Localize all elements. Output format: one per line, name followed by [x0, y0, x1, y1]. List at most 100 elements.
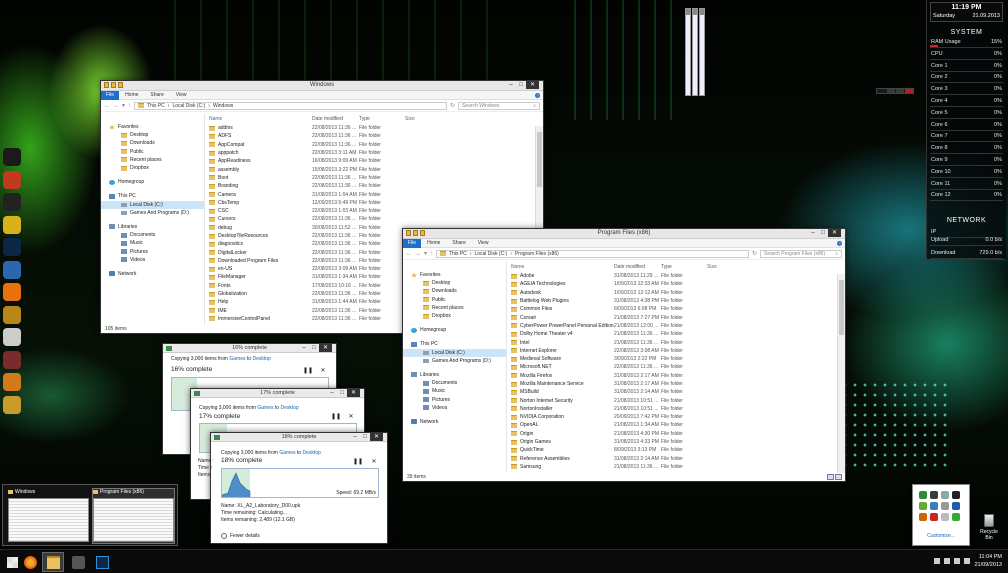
cancel-button[interactable]: ✕	[320, 368, 326, 374]
nav-item-documents[interactable]: Documents	[403, 379, 506, 387]
column-date-modified[interactable]: Date modified	[312, 116, 359, 122]
nav-item-dropbox[interactable]: Dropbox	[403, 312, 506, 320]
file-row[interactable]: AppReadiness 16/08/2013 9:09 AM File folde…	[209, 157, 531, 165]
nav-item-libraries[interactable]: Libraries	[101, 223, 204, 231]
title-bar[interactable]: Windows – □ ✕	[101, 81, 543, 91]
source-link[interactable]: Games	[279, 450, 295, 456]
nav-item-local-disk-c[interactable]: Local Disk (C:)	[403, 348, 506, 357]
nav-item-network[interactable]: Network	[403, 418, 506, 426]
tray-app-icon[interactable]	[952, 513, 960, 521]
nav-item-libraries[interactable]: Libraries	[403, 371, 506, 379]
tray-app-icon[interactable]	[919, 513, 927, 521]
nav-item-local-disk-c[interactable]: Local Disk (C:)	[101, 200, 204, 209]
tab-home[interactable]: Home	[119, 92, 144, 98]
tab-file[interactable]: File	[403, 238, 422, 248]
file-row[interactable]: Battlelog Web Plugins 31/08/2013 4:38 PM F…	[511, 297, 833, 305]
nav-item-music[interactable]: Music	[101, 239, 204, 247]
column-size[interactable]: Size	[405, 116, 435, 122]
vertical-scrollbar[interactable]	[837, 274, 845, 473]
file-row[interactable]: NVIDIA Corporation 20/09/2013 7:42 PM File…	[511, 413, 833, 421]
forward-button[interactable]: →	[415, 251, 421, 257]
dock-item-photoshop[interactable]	[0, 236, 24, 258]
file-row[interactable]: Camera 31/08/2013 1:04 AM File folder	[209, 190, 531, 198]
network-icon[interactable]	[944, 558, 950, 564]
breadcrumb-local-disk[interactable]: Local Disk (C:)	[474, 251, 507, 257]
refresh-button[interactable]: ↻	[752, 250, 757, 257]
scrollbar-thumb[interactable]	[839, 280, 844, 335]
file-row[interactable]: Samsung 21/08/2013 11:36 ... File folder	[511, 463, 833, 471]
file-row[interactable]: ADFS 22/08/2013 11:36 ... File folder	[209, 132, 531, 140]
file-row[interactable]: Origin Games 31/08/2013 4:33 PM File folde…	[511, 438, 833, 446]
search-box[interactable]: Search Windows ⌕	[458, 101, 540, 110]
address-bar[interactable]: This PC › Local Disk (C:) › Program Files …	[436, 249, 749, 258]
close-button[interactable]: ✕	[370, 433, 383, 441]
pause-button[interactable]: ❚❚	[331, 414, 341, 420]
file-row[interactable]: Common Files 6/09/2013 6:08 PM File folder	[511, 305, 833, 313]
file-row[interactable]: Internet Explorer 22/08/2013 3:08 AM File …	[511, 347, 833, 355]
file-row[interactable]: addins 22/08/2013 11:36 ... File folder	[209, 124, 531, 132]
tab-file[interactable]: File	[101, 90, 120, 100]
pause-button[interactable]: ❚❚	[353, 459, 363, 465]
nav-item-homegroup[interactable]: Homegroup	[101, 178, 204, 186]
nav-item-dropbox[interactable]: Dropbox	[101, 164, 204, 172]
file-row[interactable]: CyberPower PowerPanel Personal Edition 21…	[511, 322, 833, 330]
scrollbar-thumb[interactable]	[537, 132, 542, 187]
help-icon[interactable]: ?	[837, 240, 842, 246]
dialog-title-bar[interactable]: 18% complete – □ ✕	[211, 433, 387, 442]
nav-item-downloads[interactable]: Downloads	[101, 139, 204, 147]
nav-item-network[interactable]: Network	[101, 270, 204, 278]
file-row[interactable]: AGEIA Technologies 1/09/2013 12:33 AM File…	[511, 280, 833, 288]
column-name[interactable]: Name	[511, 264, 614, 270]
file-row[interactable]: apppatch 22/08/2013 3:11 AM File folder	[209, 149, 531, 157]
maximize-button[interactable]: □	[337, 389, 347, 397]
nav-item-documents[interactable]: Documents	[101, 231, 204, 239]
file-row[interactable]: Microsoft.NET 22/08/2013 11:36 ... File fo…	[511, 363, 833, 371]
address-bar[interactable]: This PC › Local Disk (C:) › Windows	[134, 101, 447, 110]
nav-item-pictures[interactable]: Pictures	[101, 247, 204, 255]
nav-item-this-pc[interactable]: This PC	[403, 340, 506, 348]
maximize-button[interactable]: □	[516, 81, 526, 89]
nav-item-games-and-programs-d[interactable]: Games And Programs (D:)	[403, 357, 506, 365]
dock-item-game-3[interactable]	[0, 371, 24, 393]
file-row[interactable]: NortonInstaller 21/08/2013 10:51 ... File …	[511, 405, 833, 413]
help-icon[interactable]: ?	[535, 92, 540, 98]
maximize-button[interactable]: □	[309, 344, 319, 352]
back-button[interactable]: ←	[104, 103, 110, 109]
nav-item-desktop[interactable]: Desktop	[403, 279, 506, 287]
cancel-button[interactable]: ✕	[371, 459, 377, 465]
nav-item-this-pc[interactable]: This PC	[101, 192, 204, 200]
nav-item-pictures[interactable]: Pictures	[403, 395, 506, 403]
dialog-title-bar[interactable]: 17% complete – □ ✕	[191, 389, 364, 398]
file-row[interactable]: assembly 15/08/2013 3:22 PM File folder	[209, 165, 531, 173]
file-row[interactable]: Reference Assemblies 31/08/2013 2:14 AM Fi…	[511, 455, 833, 463]
file-row[interactable]: AppCompat 22/08/2013 11:36 ... File folder	[209, 141, 531, 149]
breadcrumb-program-files[interactable]: Program Files (x86)	[515, 251, 559, 257]
tab-view[interactable]: View	[170, 92, 193, 98]
source-link[interactable]: Games	[229, 356, 245, 362]
up-button[interactable]: ↑	[430, 251, 433, 257]
destination-link[interactable]: Desktop	[252, 356, 270, 362]
column-date-modified[interactable]: Date modified	[614, 264, 661, 270]
file-row[interactable]: CSC 22/08/2013 1:03 AM File folder	[209, 207, 531, 215]
minimize-button[interactable]: –	[299, 344, 309, 352]
recent-locations-button[interactable]: ▾	[424, 250, 427, 257]
tab-share[interactable]: Share	[446, 240, 471, 246]
large-icons-view-button[interactable]	[835, 474, 842, 480]
chevron-up-icon[interactable]	[934, 558, 940, 564]
close-button[interactable]: ✕	[526, 81, 539, 89]
breadcrumb-local-disk[interactable]: Local Disk (C:)	[172, 103, 205, 109]
tray-app-icon[interactable]	[930, 491, 938, 499]
details-view-button[interactable]	[827, 474, 834, 480]
file-row[interactable]: Intel 21/08/2013 11:36 ... File folder	[511, 338, 833, 346]
mini-minimize-button[interactable]	[887, 89, 895, 93]
file-row[interactable]: Norton Internet Security 21/08/2013 10:51…	[511, 396, 833, 404]
close-button[interactable]: ✕	[319, 344, 332, 352]
fewer-details-button[interactable]: Fewer details	[221, 533, 260, 539]
tray-app-icon[interactable]	[919, 502, 927, 510]
file-row[interactable]: Cursors 22/08/2013 11:36 ... File folder	[209, 215, 531, 223]
minimize-button[interactable]: –	[506, 81, 516, 89]
volume-slider-2[interactable]	[692, 8, 698, 96]
dock-item-utorrent[interactable]	[0, 259, 24, 281]
mini-restore-button[interactable]	[896, 89, 904, 93]
file-row[interactable]: Autodesk 1/09/2013 12:12 AM File folder	[511, 289, 833, 297]
